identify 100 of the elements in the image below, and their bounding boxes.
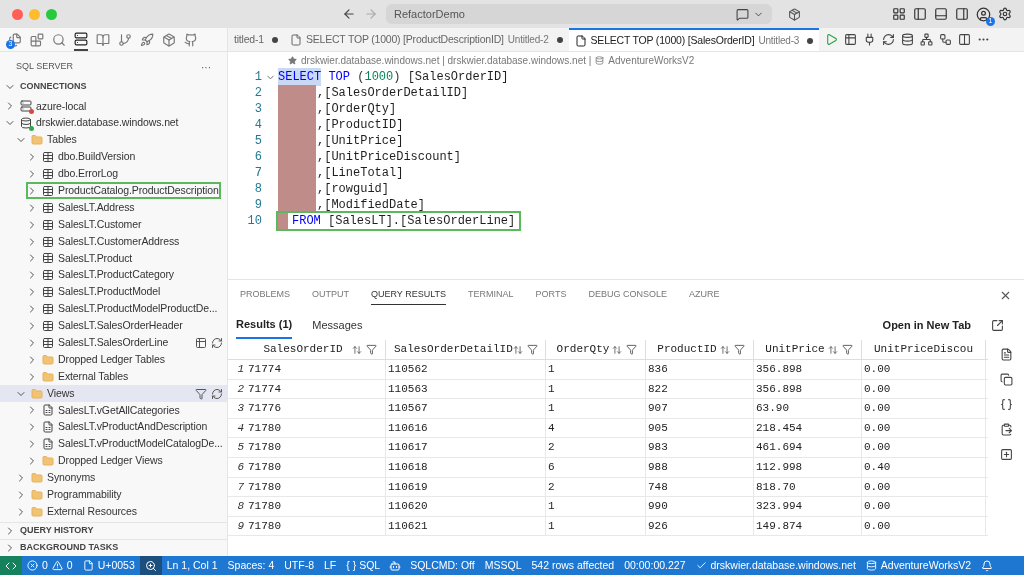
- tree-item[interactable]: azure-local: [0, 98, 227, 115]
- status-item[interactable]: UTF-8: [279, 556, 319, 575]
- column-header[interactable]: UnitPrice: [754, 340, 862, 359]
- tree-item[interactable]: drskwier.database.windows.net: [0, 114, 227, 132]
- row-number: 9: [236, 518, 245, 534]
- panel-tab[interactable]: DEBUG CONSOLE: [588, 285, 667, 305]
- results-tab[interactable]: Results (1): [236, 310, 293, 340]
- status-item[interactable]: MSSQL: [479, 556, 527, 575]
- code-token: ,[ProductID]: [317, 117, 404, 134]
- table-cell: 110616: [386, 418, 546, 438]
- tree-item[interactable]: Tables: [0, 131, 227, 149]
- status-item[interactable]: { } SQL: [341, 556, 386, 575]
- editor-tab[interactable]: SELECT TOP (1000) [ProductDescriptionID] Untitled-2: [283, 28, 569, 51]
- column-header[interactable]: ProductID: [646, 340, 754, 359]
- tree-item[interactable]: SalesLT.vGetAllCategories: [0, 402, 227, 419]
- table-cell: 71780: [246, 477, 386, 497]
- tree-item[interactable]: Synonyms: [0, 469, 227, 487]
- table-cell: 71774: [246, 379, 386, 399]
- code-token: ): [393, 69, 402, 86]
- tree-label: Dropped Ledger Tables: [58, 351, 165, 367]
- row-number: 1: [236, 362, 245, 378]
- status-text: drskwier.database.windows.net: [710, 557, 856, 573]
- table-cell: 1: [546, 497, 646, 516]
- results-tab[interactable]: Messages: [312, 311, 363, 339]
- column-header[interactable]: UnitPriceDiscou: [862, 340, 986, 359]
- tree-label: dbo.ErrorLog: [58, 166, 119, 182]
- tree-label: SalesLT.CustomerAddress: [58, 233, 180, 249]
- code-token: ,[UnitPriceDiscount]: [317, 149, 462, 166]
- section-header[interactable]: CONNECTIONS: [20, 80, 87, 94]
- column-header[interactable]: SalesOrderID: [246, 340, 386, 359]
- tree-label: ProductCatalog.ProductDescription: [58, 183, 219, 198]
- line-number: 9: [253, 197, 262, 214]
- tree-item[interactable]: SalesLT.Customer: [0, 216, 227, 234]
- workspace-name: RefactorDemo: [394, 6, 465, 22]
- panel-tab[interactable]: AZURE: [688, 285, 720, 305]
- table-cell: 926: [646, 516, 754, 536]
- status-item[interactable]: 00:00:00.227: [619, 556, 691, 575]
- tree-item[interactable]: SalesLT.vProductModelCatalogDe...: [0, 435, 227, 453]
- section-header[interactable]: BACKGROUND TASKS: [20, 541, 119, 555]
- tree-item[interactable]: Dropped Ledger Tables: [0, 351, 227, 369]
- column-header[interactable]: SalesOrderDetailID: [386, 340, 546, 359]
- editor-tab[interactable]: SELECT TOP (1000) [SalesOrderID] Untitled-3: [568, 28, 820, 51]
- breadcrumb-database[interactable]: AdventureWorksV2: [608, 52, 695, 68]
- code-token: 1000: [364, 69, 394, 86]
- tree-item[interactable]: dbo.ErrorLog: [0, 165, 227, 183]
- panel-tab[interactable]: TERMINAL: [468, 285, 514, 305]
- tab-subtitle: Untitled-3: [758, 34, 800, 48]
- tree-item[interactable]: SalesLT.Product: [0, 250, 227, 267]
- status-item[interactable]: Spaces: 4: [222, 556, 280, 575]
- problems-button[interactable]: 0 0: [22, 556, 78, 575]
- tree-item[interactable]: External Resources: [0, 503, 227, 521]
- tree-item[interactable]: SalesLT.ProductModelProductDe...: [0, 300, 227, 318]
- tree-item[interactable]: SalesLT.ProductModel: [0, 283, 227, 301]
- table-cell: 71780: [246, 438, 386, 457]
- tree-item[interactable]: SalesLT.ProductCategory: [0, 266, 227, 284]
- tree-item[interactable]: External Tables: [0, 368, 227, 386]
- open-in-new-tab-link[interactable]: Open in New Tab: [882, 316, 971, 334]
- table-cell: 0.00: [862, 379, 986, 399]
- panel-tab[interactable]: PROBLEMS: [240, 285, 290, 305]
- table-cell: 988: [646, 457, 754, 477]
- more-button[interactable]: ···: [201, 59, 211, 75]
- editor-tab[interactable]: titled-1: [228, 28, 284, 51]
- tree-label: SalesLT.vGetAllCategories: [58, 402, 180, 418]
- tree-item[interactable]: ProductCatalog.ProductDescription: [0, 182, 227, 200]
- tree-label: SalesLT.SalesOrderHeader: [58, 318, 183, 334]
- tree-item[interactable]: Programmability: [0, 486, 227, 504]
- tree-label: azure-local: [36, 98, 87, 114]
- command-center[interactable]: RefactorDemo: [386, 4, 772, 24]
- column-header[interactable]: OrderQty: [546, 340, 646, 359]
- tree-item[interactable]: SalesLT.vProductAndDescription: [0, 418, 227, 436]
- status-item[interactable]: LF: [319, 556, 342, 575]
- tree-label: External Resources: [47, 503, 137, 519]
- panel-tab[interactable]: OUTPUT: [312, 285, 349, 305]
- status-item[interactable]: SQLCMD: Off: [405, 556, 480, 575]
- status-item[interactable]: AdventureWorksV2: [860, 556, 977, 575]
- tree-item[interactable]: Dropped Ledger Views: [0, 452, 227, 470]
- tree-item[interactable]: SalesLT.SalesOrderHeader: [0, 317, 227, 335]
- line-number: 5: [253, 133, 262, 150]
- tree-label: External Tables: [58, 368, 129, 384]
- status-item[interactable]: Ln 1, Col 1: [161, 556, 223, 575]
- section-header[interactable]: QUERY HISTORY: [20, 524, 94, 538]
- table-cell: 110562: [386, 360, 546, 379]
- line-number: 3: [253, 101, 262, 118]
- tree-item[interactable]: dbo.BuildVersion: [0, 148, 227, 166]
- tree-item[interactable]: SalesLT.Address: [0, 199, 227, 217]
- status-item[interactable]: 542 rows affected: [526, 556, 620, 575]
- status-item[interactable]: U+0053: [77, 556, 140, 575]
- tree-label: SalesLT.ProductCategory: [58, 267, 174, 283]
- tree-item[interactable]: Views: [0, 385, 227, 403]
- code-token: SELECT: [278, 68, 322, 86]
- panel-tab[interactable]: QUERY RESULTS: [371, 284, 447, 306]
- code-token: ,[ModifiedDate]: [317, 197, 426, 214]
- table-cell: 110617: [386, 438, 546, 457]
- tree-item[interactable]: SalesLT.CustomerAddress: [0, 233, 227, 250]
- row-number: 3: [236, 401, 245, 417]
- status-item[interactable]: drskwier.database.windows.net: [690, 556, 861, 575]
- tree-item[interactable]: SalesLT.SalesOrderLine: [0, 334, 227, 352]
- code-token: FROM: [292, 213, 322, 230]
- panel-tab[interactable]: PORTS: [535, 285, 567, 305]
- tree-label: SalesLT.SalesOrderLine: [58, 335, 169, 351]
